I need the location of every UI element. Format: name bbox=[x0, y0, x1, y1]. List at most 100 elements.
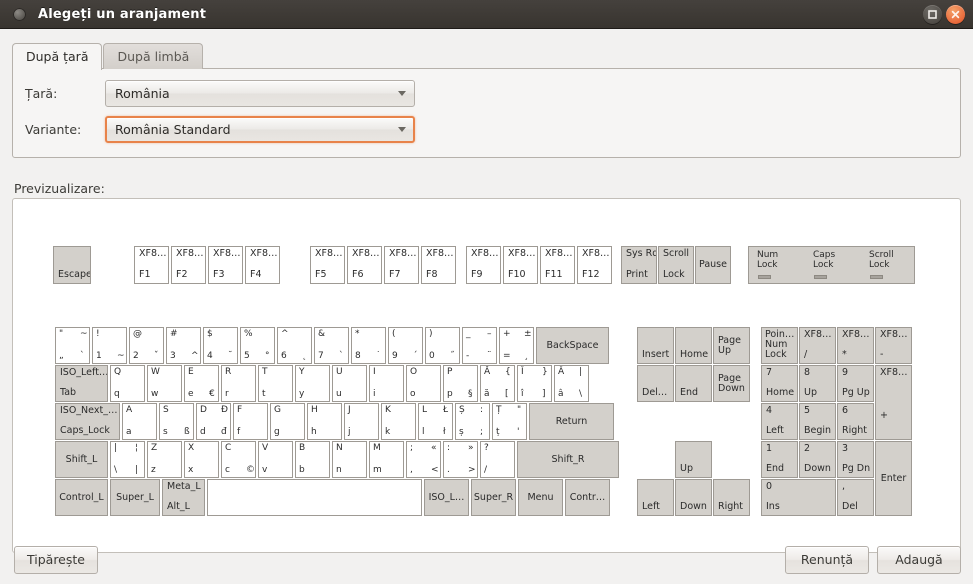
key-nav-2: Page Up bbox=[713, 327, 750, 364]
key-z-0: | ¦ \ | bbox=[110, 441, 145, 478]
keyboard-diagram: Escape XF8… F1 XF8… F2 XF8… F3 XF8… F4 XF8… F5 XF8…… bbox=[13, 199, 960, 552]
key-label-bottom: F6 bbox=[352, 269, 364, 281]
key-a-10: Ț " ț ' bbox=[492, 403, 527, 440]
key-f7: XF8… F7 bbox=[384, 246, 419, 284]
key-label-bottom: End bbox=[766, 463, 785, 475]
key-a-1: Ss ß bbox=[159, 403, 194, 440]
key-label: Z bbox=[151, 443, 158, 453]
led-indicator bbox=[814, 275, 827, 279]
key-label: ] bbox=[542, 388, 546, 399]
key-label-top: XF8… bbox=[352, 248, 380, 259]
key-label: Left bbox=[642, 501, 660, 513]
key-label: Del… bbox=[642, 387, 668, 399]
led-indicator bbox=[758, 275, 771, 279]
key-nav-0: Insert bbox=[637, 327, 674, 364]
key-num-2: @2 ˇ bbox=[129, 327, 164, 364]
key-label: ( bbox=[392, 329, 396, 339]
key-label: X bbox=[188, 443, 195, 453]
key-label: Super_R bbox=[473, 491, 514, 503]
key-label-top: XF8… bbox=[176, 248, 204, 259]
key-q-7: Ii bbox=[369, 365, 404, 402]
key-label: Menu bbox=[527, 491, 554, 503]
key-label: G bbox=[274, 405, 281, 415]
key-numpad-1: XF8… / bbox=[799, 327, 836, 364]
key-label: ^ bbox=[281, 329, 289, 339]
key-label: $ bbox=[207, 329, 213, 339]
key-label-stack: Poin… Num Lock bbox=[765, 330, 794, 360]
key-label: Control_L bbox=[59, 491, 104, 503]
key-iso-level3-shift: ISO_L… bbox=[424, 479, 469, 516]
key-label-top: Scroll bbox=[663, 248, 690, 259]
key-label: | bbox=[135, 464, 139, 475]
variant-combobox[interactable]: România Standard bbox=[105, 116, 415, 143]
key-numpad-10: 6 Right bbox=[837, 403, 874, 440]
key-label: ISO_L… bbox=[428, 491, 465, 503]
key-label: „ bbox=[59, 350, 64, 361]
key-label-stack: Page Down bbox=[718, 374, 745, 394]
close-icon[interactable] bbox=[946, 5, 965, 24]
key-label: # bbox=[170, 329, 178, 339]
variant-label: Variante: bbox=[25, 122, 82, 137]
key-f12: XF8… F12 bbox=[577, 246, 612, 284]
key-label: z bbox=[151, 464, 156, 475]
key-label: P bbox=[447, 367, 453, 377]
led-2: Scroll Lock bbox=[869, 250, 894, 270]
key-num-7: & 7 ` bbox=[314, 327, 349, 364]
key-f2: XF8… F2 bbox=[171, 246, 206, 284]
key-label-bottom: Alt_L bbox=[167, 501, 190, 513]
key-label: 6 bbox=[281, 350, 287, 361]
maximize-icon[interactable] bbox=[923, 5, 942, 24]
country-row: Țară: România bbox=[25, 80, 948, 107]
key-label-top: XF8… bbox=[315, 248, 343, 259]
key-label-bottom: F1 bbox=[139, 269, 151, 281]
key-label: € bbox=[209, 388, 215, 399]
key-label-bottom: Right bbox=[842, 425, 868, 437]
key-label: f bbox=[237, 426, 241, 437]
key-label: @ bbox=[133, 329, 142, 339]
key-label-bottom: F11 bbox=[545, 269, 563, 281]
key-label: v bbox=[262, 464, 268, 475]
key-super-right: Super_R bbox=[471, 479, 516, 516]
key-numpad-2: XF8… * bbox=[837, 327, 874, 364]
key-label-bottom: F10 bbox=[508, 269, 526, 281]
key-num-9: (9 ´ bbox=[388, 327, 423, 364]
country-combobox[interactable]: România bbox=[105, 80, 415, 107]
key-numpad-3: XF8… - bbox=[875, 327, 912, 364]
key-label: d bbox=[200, 426, 206, 437]
key-label: î bbox=[521, 388, 524, 399]
key-label: Đ bbox=[221, 405, 228, 415]
key-a-7: Kk bbox=[381, 403, 416, 440]
tab-by-language[interactable]: După limbă bbox=[103, 43, 204, 69]
key-label-bottom: Pg Dn bbox=[842, 463, 871, 475]
tab-by-country[interactable]: După țară bbox=[12, 43, 103, 70]
cancel-button[interactable]: Renunță bbox=[785, 546, 869, 574]
tab-page-by-country: Țară: România Variante: România Standard bbox=[12, 68, 961, 158]
key-label: T bbox=[262, 367, 268, 377]
key-num-10: ) 0 ˝ bbox=[425, 327, 460, 364]
key-label-bottom: Del bbox=[842, 501, 858, 513]
key-label-top: XF8… bbox=[508, 248, 536, 259]
key-label: J bbox=[348, 405, 351, 415]
key-label-top: 8 bbox=[804, 367, 811, 378]
key-menu: Menu bbox=[518, 479, 563, 516]
key-label: ș bbox=[459, 426, 464, 437]
key-label: A bbox=[126, 405, 133, 415]
key-label: » bbox=[468, 443, 474, 453]
key-label: Ă bbox=[484, 367, 491, 377]
window-icon bbox=[13, 7, 26, 21]
key-label: ~ bbox=[117, 350, 125, 361]
key-label: 7 bbox=[318, 350, 324, 361]
key-label: l bbox=[422, 426, 425, 437]
key-label: Q bbox=[114, 367, 122, 377]
key-z-10: ? / bbox=[480, 441, 515, 478]
key-numpad-5: 8 Up bbox=[799, 365, 836, 402]
variant-value: România Standard bbox=[115, 122, 231, 137]
key-label-top: 2 bbox=[804, 443, 811, 454]
layout-chooser-dialog: După țară După limbă Țară: România Varia… bbox=[0, 29, 973, 584]
add-button[interactable]: Adaugă bbox=[877, 546, 961, 574]
key-label: Shift_L bbox=[65, 453, 98, 465]
window-controls bbox=[923, 5, 965, 24]
print-button[interactable]: Tipărește bbox=[14, 546, 98, 574]
key-label: = bbox=[503, 350, 511, 361]
key-label: j bbox=[348, 426, 351, 437]
